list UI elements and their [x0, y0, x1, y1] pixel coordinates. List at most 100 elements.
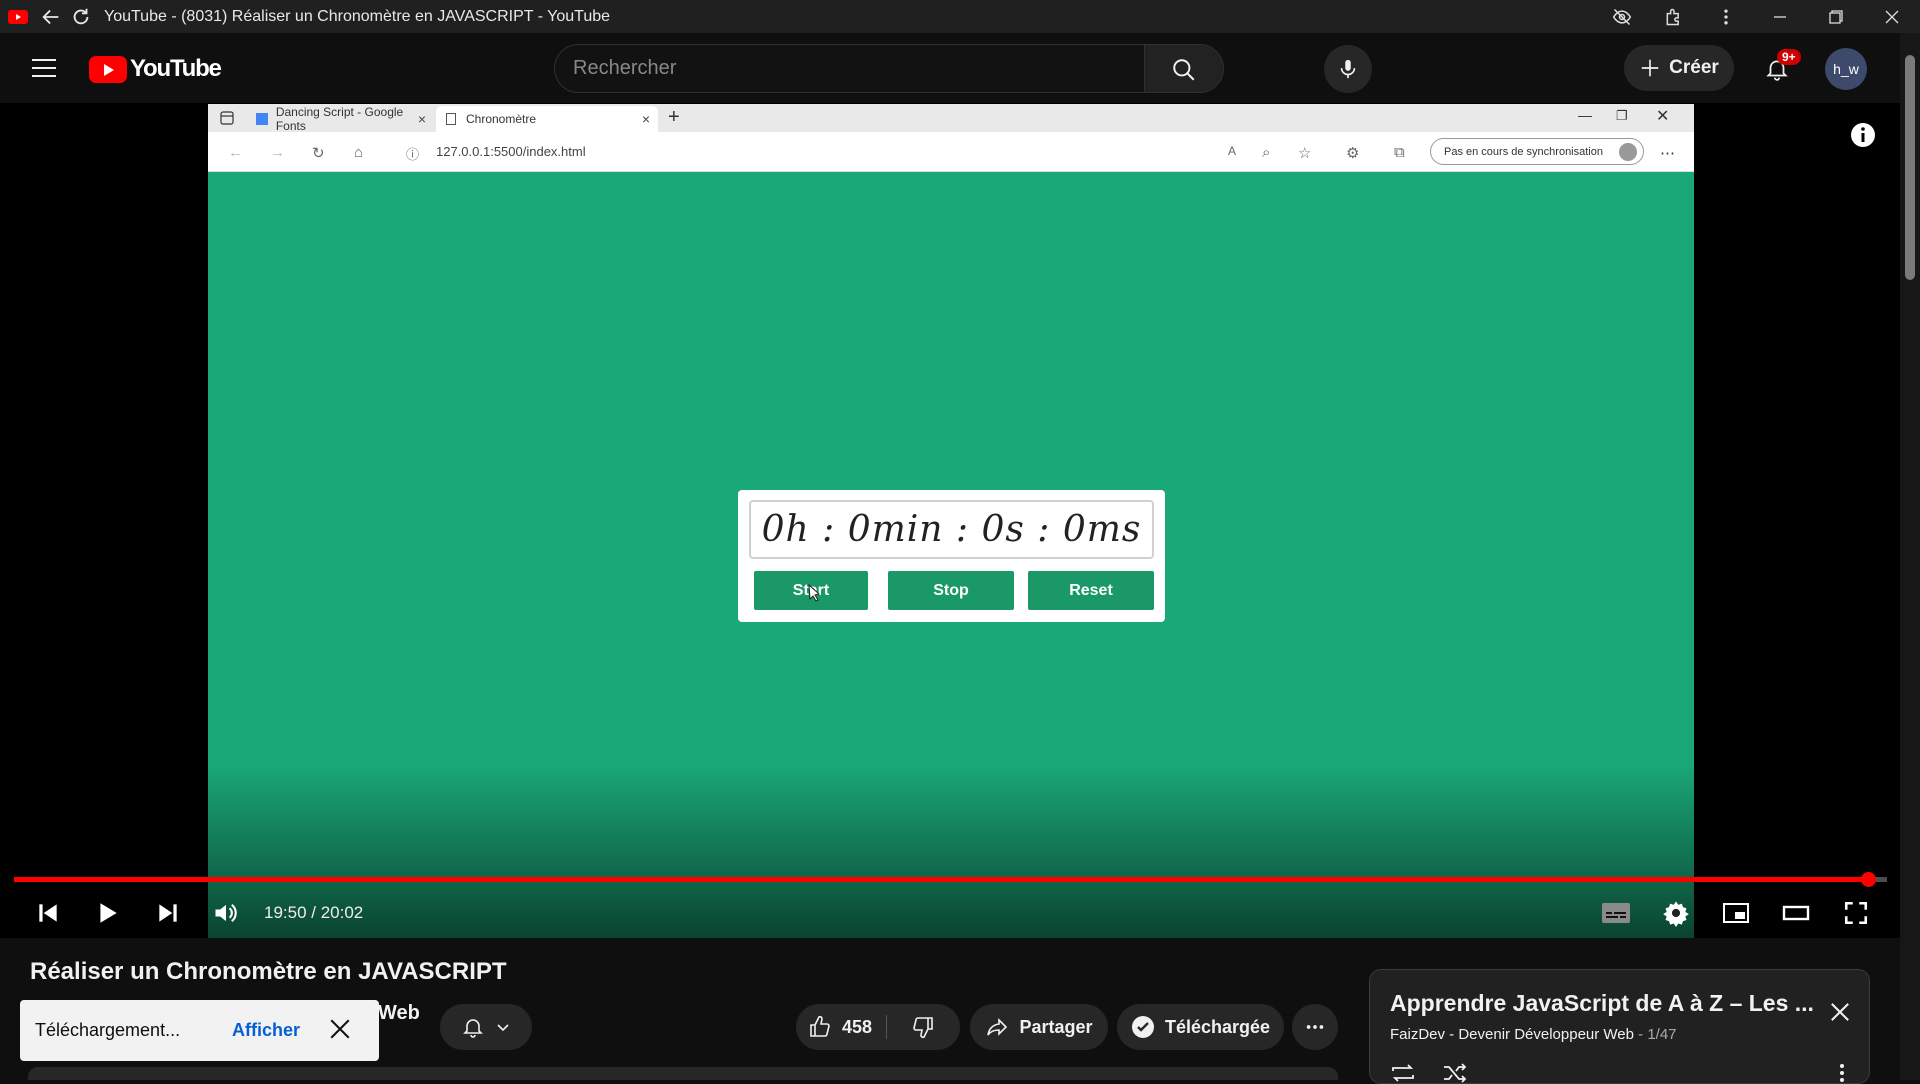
more-vertical-icon[interactable] [1700, 0, 1752, 33]
like-count: 458 [842, 1016, 873, 1037]
skip-previous-icon [39, 904, 57, 922]
gear-icon [1663, 901, 1689, 927]
logo-text: YouTube [130, 55, 222, 82]
stopwatch-display: 0h : 0min : 0s : 0ms [749, 500, 1154, 559]
recorded-tab-google-fonts: Dancing Script - Google Fonts × [246, 105, 434, 133]
video-title: Réaliser un Chronomètre en JAVASCRIPT [30, 958, 507, 985]
next-button[interactable] [144, 889, 192, 937]
search-icon [1173, 58, 1195, 80]
loop-button[interactable] [1390, 1062, 1416, 1084]
recorded-restore-icon: ❐ [1616, 108, 1628, 123]
like-button[interactable]: 458 [808, 1015, 888, 1039]
info-icon[interactable] [1848, 120, 1878, 150]
playlist-more-button[interactable] [1838, 1062, 1846, 1084]
close-window-icon[interactable] [1864, 0, 1920, 33]
hamburger-menu-icon[interactable] [24, 50, 64, 86]
page-favicon-icon [446, 113, 456, 125]
theater-mode-button[interactable] [1772, 889, 1820, 937]
volume-button[interactable] [202, 889, 250, 937]
close-icon [330, 1019, 350, 1039]
play-button[interactable] [84, 889, 132, 937]
collections-icon: ⧉ [1394, 144, 1405, 161]
youtube-play-logo-icon [89, 55, 127, 83]
toast-message: Téléchargement... [35, 1020, 181, 1040]
microphone-icon [1340, 59, 1356, 79]
mouse-cursor-icon [808, 584, 821, 602]
shuffle-icon [1444, 1063, 1467, 1083]
reload-icon[interactable] [66, 2, 96, 32]
recorded-tab-label: Chronomètre [466, 112, 537, 126]
previous-button[interactable] [24, 889, 72, 937]
create-label: Créer [1669, 57, 1719, 78]
recorded-forward-icon: → [270, 144, 285, 161]
recorded-profile-icon [1619, 143, 1637, 161]
recorded-back-icon: ← [228, 144, 243, 161]
tab-close-icon: × [417, 111, 426, 127]
bell-icon [463, 1019, 483, 1038]
tab-close-icon: × [641, 111, 650, 127]
search-input[interactable] [555, 45, 1144, 92]
miniplayer-button[interactable] [1712, 889, 1760, 937]
notifications-button[interactable]: 9+ [1753, 45, 1801, 93]
skip-next-icon [159, 904, 177, 922]
youtube-logo[interactable]: YouTube [89, 55, 222, 83]
download-button[interactable]: Téléchargée [1117, 1004, 1284, 1050]
recorded-tab-label: Dancing Script - Google Fonts [275, 105, 404, 133]
minimize-icon[interactable] [1752, 0, 1808, 33]
close-icon [1831, 1003, 1849, 1021]
dislike-button[interactable] [897, 1015, 935, 1039]
favorite-star-icon: ☆ [1298, 145, 1312, 162]
subscription-bell-button[interactable] [440, 1004, 532, 1050]
channel-name-partial[interactable]: Web [378, 1002, 420, 1025]
miniplayer-icon [1723, 903, 1749, 923]
extensions-icon[interactable] [1648, 0, 1700, 33]
create-button[interactable]: Créer [1624, 45, 1734, 91]
shuffle-button[interactable] [1442, 1062, 1468, 1084]
recorded-url: 127.0.0.1:5500/index.html [436, 144, 586, 159]
playlist-close-button[interactable] [1826, 998, 1854, 1026]
restore-icon[interactable] [1808, 0, 1864, 33]
recorded-reload-icon: ↻ [312, 145, 325, 162]
page-scrollbar[interactable] [1900, 33, 1920, 1080]
progress-bar[interactable] [14, 872, 1887, 887]
playlist-title[interactable]: Apprendre JavaScript de A à Z – Les ... [1390, 990, 1814, 1017]
recorded-home-icon: ⌂ [354, 144, 364, 161]
recorded-more-icon: ⋯ [1660, 145, 1675, 162]
toast-action-button[interactable]: Afficher [232, 1020, 300, 1041]
like-dislike-group: 458 [796, 1004, 960, 1050]
more-actions-button[interactable] [1292, 1004, 1338, 1050]
subtitles-button[interactable] [1592, 889, 1640, 937]
settings-button[interactable] [1652, 889, 1700, 937]
share-label: Partager [1019, 1016, 1093, 1037]
download-label: Téléchargée [1164, 1016, 1271, 1037]
account-avatar[interactable]: h_w [1825, 48, 1867, 90]
more-vertical-icon [1840, 1064, 1844, 1082]
notification-badge: 9+ [1777, 49, 1801, 65]
stopwatch-reset-button: Reset [1028, 571, 1154, 610]
youtube-header: YouTube Créer 9+ h_w [0, 33, 1900, 103]
voice-search-button[interactable] [1324, 45, 1372, 93]
fullscreen-button[interactable] [1832, 889, 1880, 937]
subtitles-icon [1602, 903, 1630, 923]
recorded-close-icon: ✕ [1656, 108, 1670, 125]
thumbs-up-icon [810, 1015, 830, 1037]
progress-fill [14, 877, 1869, 882]
video-player[interactable]: Dancing Script - Google Fonts × Chronomè… [0, 103, 1900, 938]
loop-icon [1392, 1064, 1414, 1082]
recorded-info-icon: ⓘ [406, 147, 420, 162]
chevron-down-icon [497, 1024, 509, 1032]
playlist-channel[interactable]: FaizDev - Devenir Développeur Web [1390, 1026, 1634, 1043]
back-arrow-icon[interactable] [36, 2, 66, 32]
time-display: 19:50 / 20:02 [264, 903, 364, 922]
recorded-extensions-icon: ⚙ [1346, 145, 1360, 162]
toast-close-button[interactable] [325, 1014, 355, 1044]
plus-icon [1641, 59, 1659, 77]
eye-off-icon[interactable] [1596, 0, 1648, 33]
share-button[interactable]: Partager [970, 1004, 1108, 1050]
tab-actions-icon [220, 111, 234, 125]
download-toast: Téléchargement... Afficher [20, 1000, 379, 1061]
scrollbar-thumb[interactable] [1905, 55, 1915, 280]
recorded-tab-chronometre: Chronomètre × [436, 106, 658, 132]
description-box-edge [28, 1067, 1338, 1080]
search-button[interactable] [1144, 45, 1223, 92]
